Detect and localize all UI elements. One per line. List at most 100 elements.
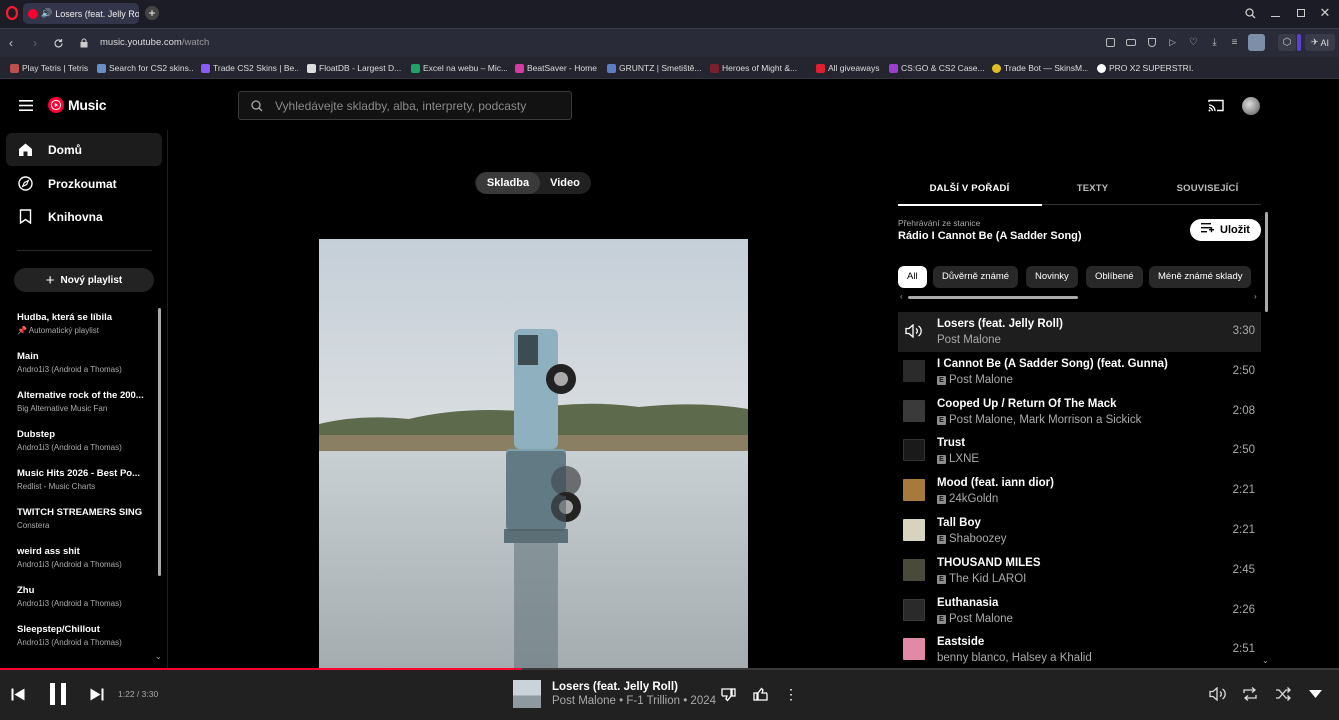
browser-tab-active[interactable]: 🔊 Losers (feat. Jelly Roll) [23,3,139,24]
new-playlist-button[interactable]: + Nový playlist [14,268,154,292]
reload-icon[interactable] [51,36,65,50]
player-thumbnail[interactable] [513,680,541,708]
sidebar-item-home[interactable]: Domů [6,133,162,166]
expand-player-icon[interactable] [1306,686,1324,702]
bookmark-item[interactable]: Trade CS2 Skins | Be... [201,61,298,75]
download-icon[interactable]: ⤓ [1208,36,1221,49]
playlist-item[interactable]: Hudba, která se líbila 📌 Automatický pla… [17,312,147,335]
playlist-item[interactable]: Sleepstep/Chillout Andro1i3 (Android a T… [17,624,147,647]
camera-icon[interactable] [1124,36,1137,49]
new-tab-icon[interactable]: + [145,6,159,20]
tab-song[interactable]: Skladba [476,172,540,194]
url-field[interactable]: music.youtube.com/watch [100,37,209,48]
ai-button[interactable]: ✈ AI [1305,34,1335,51]
playlist-item[interactable]: Music Hits 2026 - Best Po... Redlist - M… [17,468,147,491]
pause-button[interactable] [46,682,70,706]
tab-video[interactable]: Video [541,172,589,194]
chips-scrollbar[interactable] [908,296,1078,299]
bookmark-item[interactable]: BeatSaver - Home [515,61,599,75]
scroll-down-icon[interactable]: ⌄ [155,652,162,661]
queue-scrollbar[interactable] [1265,212,1268,312]
lock-icon[interactable] [78,37,90,49]
bookmark-item[interactable]: Heroes of Might &... [710,61,803,75]
forward-icon[interactable]: › [28,36,42,50]
dislike-icon[interactable] [719,685,737,703]
back-icon[interactable]: ‹ [4,36,18,50]
track-thumbnail [903,360,925,382]
speaker-icon[interactable]: 🔊 [41,8,52,19]
logo[interactable]: Music [48,96,106,114]
bookmark-item[interactable]: GRUNTZ | Smetiště... [607,61,702,75]
tab-related[interactable]: SOUVISEJÍCÍ [1136,183,1279,194]
sidebar-item-library[interactable]: Knihovna [6,200,162,233]
hamburger-menu-icon[interactable] [17,96,35,114]
queue-item[interactable]: Mood (feat. iann dior) E 24kGoldn 2:21 [898,471,1261,511]
bookmark-item[interactable]: PRO X2 SUPERSTRI... [1097,61,1193,75]
sidebar-scrollbar[interactable] [158,308,161,576]
cast-icon[interactable] [1207,96,1225,114]
queue-item[interactable]: Cooped Up / Return Of The Mack E Post Mal… [898,392,1261,432]
play-icon[interactable]: ▷ [1166,36,1179,49]
like-icon[interactable] [751,685,769,703]
bookmark-item[interactable]: Play Tetris | Tetris [10,61,90,75]
save-button[interactable]: Uložit [1190,219,1261,241]
bookmark-item[interactable]: FloatDB - Largest D... [307,61,403,75]
maximize-icon[interactable] [1294,6,1308,20]
queue-title: Losers (feat. Jelly Roll) [937,318,1063,330]
snapshot-icon[interactable] [1104,36,1117,49]
track-thumbnail [903,638,925,660]
profile-avatar-icon[interactable] [1248,34,1265,51]
playlist-item[interactable]: weird ass shit Andro1i3 (Android a Thoma… [17,546,147,569]
more-options-icon[interactable]: ⋮ [783,685,799,703]
extensions-icon[interactable]: ⬡ [1278,34,1296,51]
search-input[interactable]: Vyhledávejte skladby, alba, interprety, … [238,91,572,120]
queue-artist: benny blanco, Halsey a Khalid [937,652,1092,664]
queue-item[interactable]: Euthanasia E Post Malone 2:26 [898,591,1261,631]
player-title[interactable]: Losers (feat. Jelly Roll) [552,681,678,693]
playlist-item[interactable]: Alternative rock of the 200... Big Alter… [17,390,147,413]
account-avatar[interactable] [1242,97,1260,115]
bookmark-item[interactable]: Trade Bot — SkinsM... [992,61,1088,75]
next-track-icon[interactable] [89,686,105,702]
bookmark-item[interactable]: CS:GO & CS2 Case... [889,61,985,75]
bookmark-item[interactable]: Excel na webu – Mic... [411,61,507,75]
queue-item[interactable]: Eastside benny blanco, Halsey a Khalid 2… [898,630,1261,668]
chips-scroll-right-icon[interactable]: › [1254,292,1257,301]
volume-icon[interactable] [1207,685,1227,703]
heart-icon[interactable]: ♡ [1187,36,1200,49]
queue-scroll-down-icon[interactable]: ⌄ [1262,656,1269,665]
menu-icon[interactable]: ≡ [1228,36,1241,49]
playlist-item[interactable]: Dubstep Andro1i3 (Android a Thomas) [17,429,147,452]
minimize-icon[interactable] [1268,6,1282,20]
queue-item[interactable]: I Cannot Be (A Sadder Song) (feat. Gunna… [898,352,1261,392]
queue-item[interactable]: Tall Boy E Shaboozey 2:21 [898,511,1261,551]
shield-icon[interactable] [1145,36,1158,49]
playlist-item[interactable]: Main Andro1i3 (Android a Thomas) [17,351,147,374]
playlist-item[interactable]: Zhu Andro1i3 (Android a Thomas) [17,585,147,608]
chips-scroll-left-icon[interactable]: ‹ [900,292,903,301]
bookmarks-bar: Play Tetris | Tetris Search for CS2 skin… [0,57,1339,79]
close-window-icon[interactable]: ✕ [1318,5,1332,20]
playlist-item[interactable]: TWITCH STREAMERS SING Constera [17,507,147,530]
search-tabs-icon[interactable] [1243,6,1257,20]
previous-track-icon[interactable] [10,686,26,702]
queue-item[interactable]: THOUSAND MILES E The Kid LAROI 2:45 [898,551,1261,591]
tab-up-next[interactable]: DALŠÍ V POŘADÍ [898,183,1041,194]
chip-familiar[interactable]: Důvěrně známé [933,266,1019,288]
opera-logo-icon[interactable] [5,6,19,20]
bookmark-item[interactable]: All giveaways [816,61,884,75]
chip-new[interactable]: Novinky [1026,266,1078,288]
ai-label: AI [1320,37,1330,48]
bookmark-item[interactable]: Search for CS2 skins... [97,61,194,75]
logo-text: Music [68,97,107,113]
chip-liked[interactable]: Oblíbené [1086,266,1143,288]
chip-all[interactable]: All [898,266,927,288]
repeat-icon[interactable] [1240,685,1260,703]
shuffle-icon[interactable] [1273,685,1293,703]
sidebar-item-explore[interactable]: Prozkoumat [6,167,162,200]
chip-discover[interactable]: Méně známé sklady [1149,266,1252,288]
queue-item[interactable]: Trust E LXNE 2:50 [898,431,1261,471]
queue-item-playing[interactable]: Losers (feat. Jelly Roll) Post Malone 3:… [898,312,1261,352]
player-subtitle[interactable]: Post Malone • F-1 Trillion • 2024 [552,695,716,707]
playlist-subtitle: Constera [17,521,50,530]
